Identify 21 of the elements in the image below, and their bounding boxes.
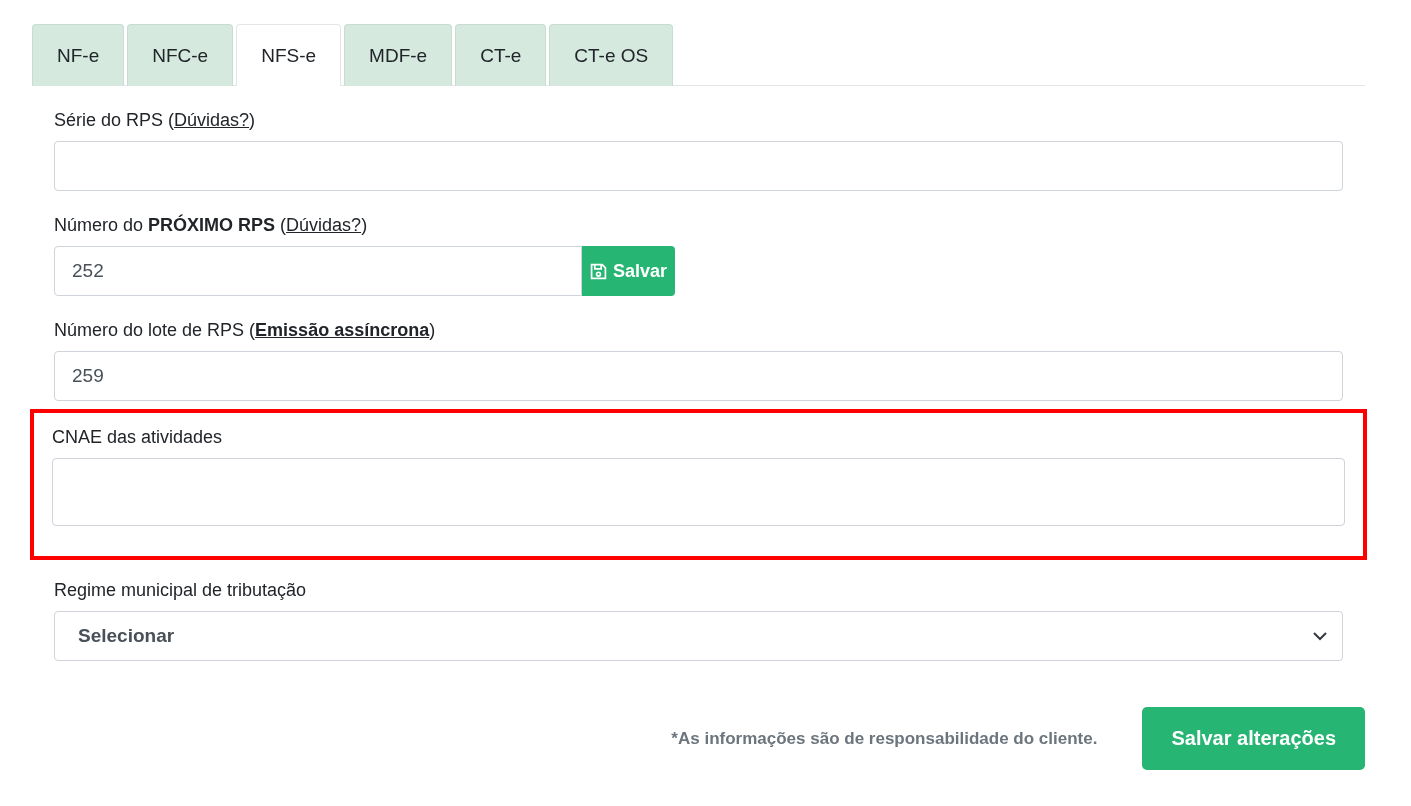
- text-field[interactable]: 252: [54, 246, 582, 296]
- tab[interactable]: CT-e OS: [549, 24, 674, 86]
- tab[interactable]: NF-e: [32, 24, 125, 86]
- text-field[interactable]: [54, 141, 1343, 191]
- chevron-down-icon: [1313, 631, 1327, 641]
- text-area[interactable]: [52, 458, 1345, 526]
- field-label: Número do lote de RPS (Emissão assíncrona): [54, 320, 437, 341]
- tab[interactable]: NFS-e: [236, 24, 342, 86]
- field-label: CNAE das atividades: [52, 427, 224, 448]
- tab[interactable]: NFC-e: [127, 24, 234, 86]
- field-label: Regime municipal de tributação: [54, 580, 308, 601]
- help-link[interactable]: Emissão assíncrona: [255, 320, 430, 340]
- help-link[interactable]: Dúvidas?: [174, 110, 250, 130]
- tab[interactable]: MDF-e: [344, 24, 453, 86]
- tab[interactable]: CT-e: [455, 24, 547, 86]
- text-field[interactable]: 259: [54, 351, 1343, 401]
- field-label: Série do RPS (Dúvidas?): [54, 110, 257, 131]
- field-label: Número do PRÓXIMO RPS (Dúvidas?): [54, 215, 369, 236]
- dropdown[interactable]: Selecionar: [54, 611, 1343, 661]
- help-link[interactable]: Dúvidas?: [286, 215, 362, 235]
- disclaimer-text: *As informações são de responsabilidade do cliente.: [671, 728, 1098, 749]
